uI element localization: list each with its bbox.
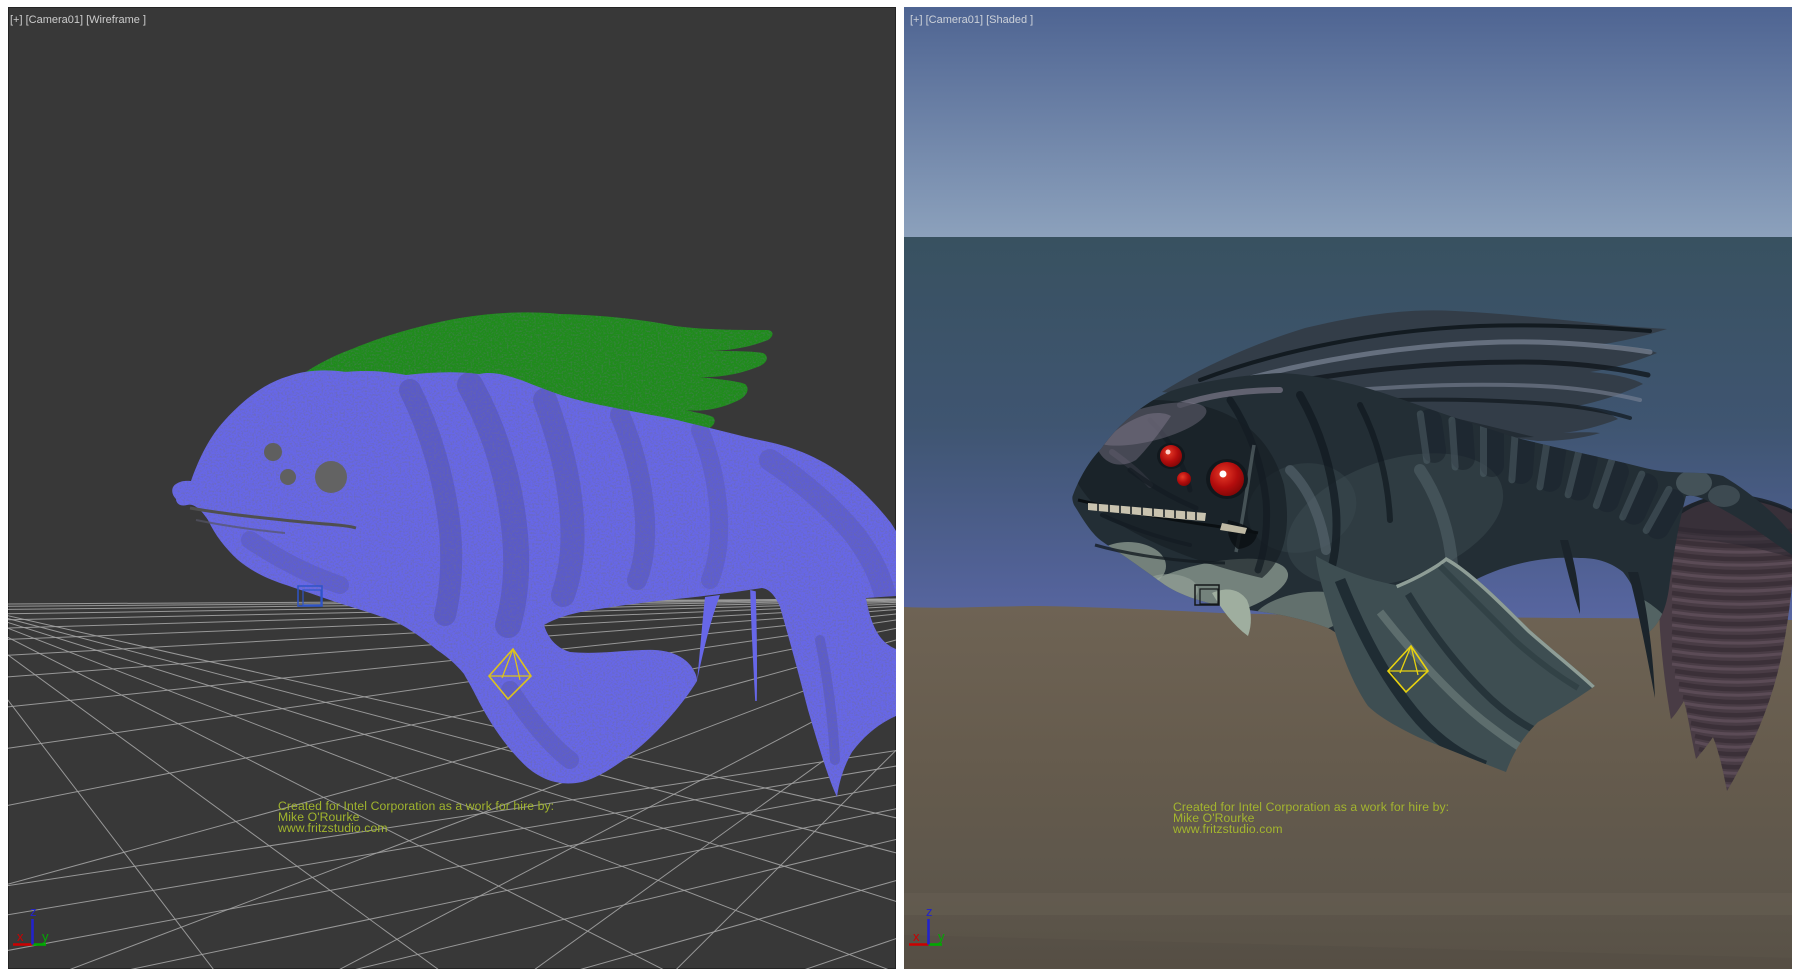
svg-text:www.fritzstudio.com: www.fritzstudio.com bbox=[277, 821, 388, 835]
svg-text:www.fritzstudio.com: www.fritzstudio.com bbox=[1172, 822, 1283, 836]
svg-text:x: x bbox=[17, 929, 24, 944]
svg-text:y: y bbox=[938, 929, 945, 944]
svg-text:[+] [Camera01] [Shaded ]: [+] [Camera01] [Shaded ] bbox=[910, 14, 1033, 26]
svg-text:[+] [Camera01] [Wireframe ]: [+] [Camera01] [Wireframe ] bbox=[10, 14, 146, 26]
svg-text:y: y bbox=[42, 929, 49, 944]
svg-text:z: z bbox=[926, 904, 933, 919]
svg-text:z: z bbox=[30, 904, 37, 919]
svg-text:x: x bbox=[913, 929, 920, 944]
